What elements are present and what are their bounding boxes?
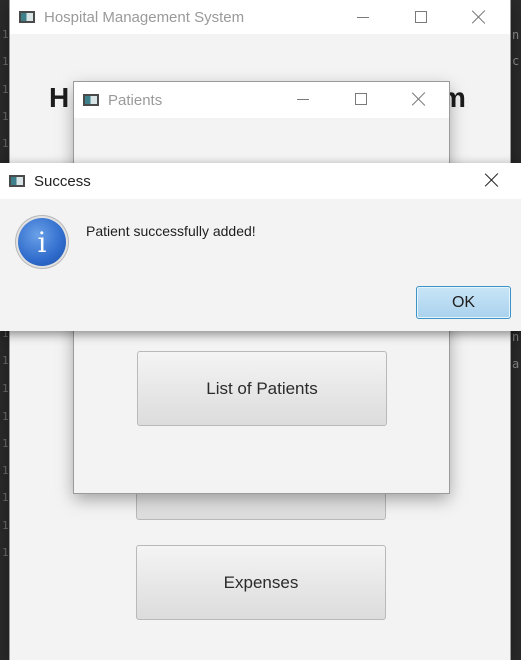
minimize-button[interactable] [274,82,332,116]
ide-line-number: 1 [2,28,9,41]
app-icon [83,94,99,106]
ide-line-number: 1 [2,437,9,450]
patients-window-title: Patients [108,91,163,109]
minimize-icon [357,16,369,18]
main-window-title: Hospital Management System [44,8,245,26]
minimize-button[interactable] [334,0,392,34]
ide-line-number: 1 [2,519,9,532]
dialog-close-button[interactable] [463,163,521,197]
ide-line-number: 1 [2,546,9,559]
ide-right-char: a [512,357,520,371]
ide-line-number: 1 [2,410,9,423]
maximize-button[interactable] [332,82,390,116]
maximize-icon [415,11,427,23]
dialog-title: Success [34,172,91,190]
close-icon [472,10,486,24]
patients-window-titlebar[interactable]: Patients [74,82,449,118]
ide-right-char: n [512,28,520,42]
ok-button[interactable]: OK [416,286,511,319]
main-window-titlebar[interactable]: Hospital Management System [10,0,510,34]
maximize-button[interactable] [392,0,450,34]
close-icon [485,173,499,187]
list-of-patients-button[interactable]: List of Patients [137,351,387,426]
ide-line-number: 1 [2,55,9,68]
ide-right-char: n [512,330,520,344]
close-button[interactable] [450,0,508,34]
ide-line-number: 1 [2,491,9,504]
app-icon [9,175,25,187]
app-icon [19,11,35,23]
dialog-titlebar[interactable]: Success [0,163,521,199]
dialog-message: Patient successfully added! [86,223,256,239]
ide-line-number: 1 [2,354,9,367]
maximize-icon [355,93,367,105]
info-icon: i [18,218,66,266]
ide-line-number: 1 [2,83,9,96]
ide-right-char: c [512,54,520,68]
expenses-button[interactable]: Expenses [136,545,386,620]
page-title-left: H [49,82,70,113]
ide-line-number: 1 [2,382,9,395]
success-dialog: Success i Patient successfully added! OK [0,163,521,331]
ide-line-number: 1 [2,464,9,477]
minimize-icon [297,98,309,100]
close-icon [412,92,426,106]
close-button[interactable] [390,82,448,116]
ide-line-number: 1 [2,110,9,123]
ide-line-number: 1 [2,137,9,150]
